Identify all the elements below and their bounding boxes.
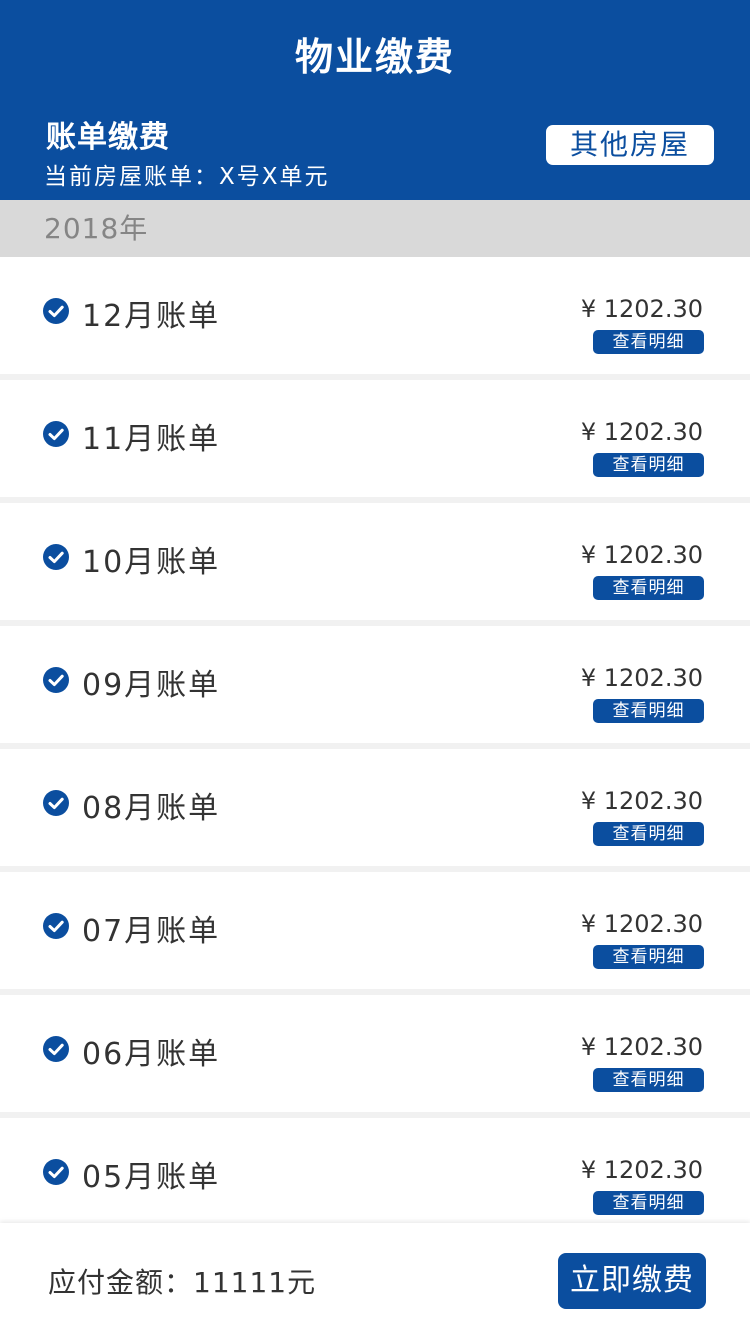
- bill-amount: ¥ 1202.30: [580, 541, 703, 569]
- bill-amount: ¥ 1202.30: [580, 1033, 703, 1061]
- year-section-header: 2018年: [0, 200, 750, 257]
- view-detail-button[interactable]: 查看明细: [593, 1068, 704, 1092]
- current-house-info: 当前房屋账单：X号X单元: [44, 164, 330, 190]
- bill-amount: ¥ 1202.30: [580, 295, 703, 323]
- total-amount: 应付金额：11111元: [48, 1266, 317, 1299]
- check-circle-icon[interactable]: [43, 913, 69, 939]
- bill-row[interactable]: 10月账单 ¥ 1202.30 查看明细: [0, 503, 750, 620]
- bill-amount: ¥ 1202.30: [580, 664, 703, 692]
- bill-amount: ¥ 1202.30: [580, 1156, 703, 1184]
- bill-row[interactable]: 05月账单 ¥ 1202.30 查看明细: [0, 1118, 750, 1235]
- bill-row[interactable]: 12月账单 ¥ 1202.30 查看明细: [0, 257, 750, 374]
- bill-row[interactable]: 08月账单 ¥ 1202.30 查看明细: [0, 749, 750, 866]
- check-circle-icon[interactable]: [43, 667, 69, 693]
- bill-amount: ¥ 1202.30: [580, 418, 703, 446]
- bill-label: 09月账单: [82, 668, 221, 703]
- bill-label: 08月账单: [82, 791, 221, 826]
- check-circle-icon[interactable]: [43, 421, 69, 447]
- bill-label: 07月账单: [82, 914, 221, 949]
- check-circle-icon[interactable]: [43, 1036, 69, 1062]
- year-label: 2018年: [44, 212, 149, 245]
- account-title: 账单缴费: [46, 120, 170, 155]
- bill-row[interactable]: 06月账单 ¥ 1202.30 查看明细: [0, 995, 750, 1112]
- bill-label: 11月账单: [82, 422, 221, 457]
- check-circle-icon[interactable]: [43, 790, 69, 816]
- other-house-button[interactable]: 其他房屋: [546, 125, 714, 165]
- page: 物业缴费 账单缴费 当前房屋账单：X号X单元 其他房屋 2018年 12月账单 ¥…: [0, 0, 750, 1334]
- header: 物业缴费 账单缴费 当前房屋账单：X号X单元 其他房屋: [0, 0, 750, 200]
- bill-label: 10月账单: [82, 545, 221, 580]
- pay-now-button[interactable]: 立即缴费: [558, 1253, 706, 1309]
- bill-label: 12月账单: [82, 299, 221, 334]
- check-circle-icon[interactable]: [43, 298, 69, 324]
- view-detail-button[interactable]: 查看明细: [593, 453, 704, 477]
- bill-row[interactable]: 09月账单 ¥ 1202.30 查看明细: [0, 626, 750, 743]
- view-detail-button[interactable]: 查看明细: [593, 330, 704, 354]
- footer-bar: 应付金额：11111元 立即缴费: [0, 1223, 750, 1334]
- view-detail-button[interactable]: 查看明细: [593, 1191, 704, 1215]
- bill-label: 06月账单: [82, 1037, 221, 1072]
- view-detail-button[interactable]: 查看明细: [593, 699, 704, 723]
- view-detail-button[interactable]: 查看明细: [593, 822, 704, 846]
- bill-label: 05月账单: [82, 1160, 221, 1195]
- bill-row[interactable]: 11月账单 ¥ 1202.30 查看明细: [0, 380, 750, 497]
- view-detail-button[interactable]: 查看明细: [593, 576, 704, 600]
- bill-amount: ¥ 1202.30: [580, 787, 703, 815]
- bill-amount: ¥ 1202.30: [580, 910, 703, 938]
- check-circle-icon[interactable]: [43, 1159, 69, 1185]
- check-circle-icon[interactable]: [43, 544, 69, 570]
- bill-row[interactable]: 07月账单 ¥ 1202.30 查看明细: [0, 872, 750, 989]
- page-title: 物业缴费: [294, 35, 455, 79]
- view-detail-button[interactable]: 查看明细: [593, 945, 704, 969]
